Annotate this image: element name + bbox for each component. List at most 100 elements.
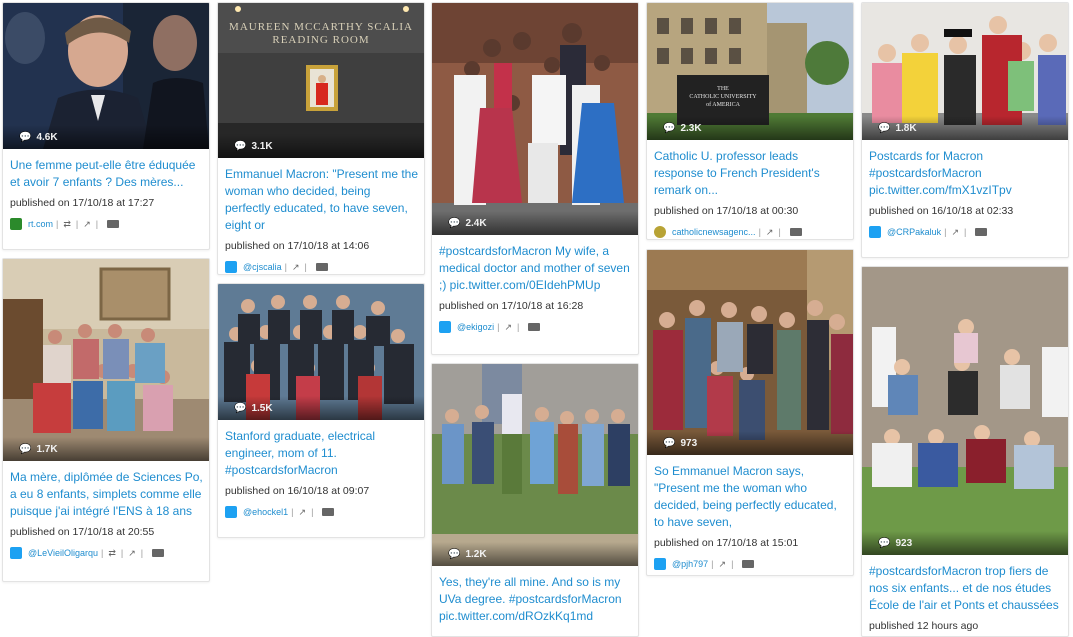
folder-icon[interactable] xyxy=(975,228,988,236)
speech-bubble-icon: 💬 xyxy=(19,444,32,455)
speech-bubble-icon: 💬 xyxy=(234,403,247,414)
post-card[interactable]: 💬 2.4K #postcardsforMacron My wife, a med… xyxy=(431,2,639,355)
post-source: @pjh797 | ↗ | xyxy=(647,549,853,570)
engagement-count: 💬 2.4K xyxy=(432,211,638,235)
external-link-icon[interactable]: ↗ xyxy=(766,227,774,238)
publish-date: published on 16/10/18 at 02:33 xyxy=(869,205,1014,217)
post-title[interactable]: Catholic U. professor leads response to … xyxy=(647,140,853,199)
folder-icon[interactable] xyxy=(152,549,165,557)
post-title[interactable]: Yes, they're all mine. And so is my UVa … xyxy=(432,566,638,625)
folder-icon[interactable] xyxy=(742,560,755,568)
engagement-count: 💬 3.1K xyxy=(218,134,424,158)
post-source: catholicnewsagenc... | ↗ | xyxy=(647,217,853,238)
publish-date: published on 17/10/18 at 20:55 xyxy=(10,526,155,538)
post-card[interactable]: 💬 4.6K Une femme peut-elle être éduquée e… xyxy=(2,2,210,250)
external-link-icon[interactable]: ↗ xyxy=(952,227,960,238)
translate-icon[interactable]: ⇄ xyxy=(63,219,71,230)
external-link-icon[interactable]: ↗ xyxy=(292,262,300,273)
post-title[interactable]: So Emmanuel Macron says, "Present me the… xyxy=(647,455,853,531)
translate-icon[interactable]: ⇄ xyxy=(108,548,116,559)
publish-date: published on 16/10/18 at 09:07 xyxy=(225,485,370,497)
engagement-count: 💬 1.7K xyxy=(3,437,209,461)
folder-icon[interactable] xyxy=(322,508,335,516)
photo-family-living-room xyxy=(3,259,209,461)
post-card[interactable]: 💬 1.8K Postcards for Macron #postcardsfor… xyxy=(861,2,1069,258)
post-title[interactable]: Ma mère, diplômée de Sciences Po, a eu 8… xyxy=(3,461,209,520)
engagement-count: 💬 973 xyxy=(647,431,853,455)
post-source: @ehockel1 | ↗ | xyxy=(218,497,424,518)
post-image[interactable]: THE CATHOLIC UNIVERSITY of AMERICA 💬 2.3K xyxy=(647,3,853,140)
post-title[interactable]: Emmanuel Macron: "Present me the woman w… xyxy=(218,158,424,234)
post-card[interactable]: 💬 1.7K Ma mère, diplômée de Sciences Po, … xyxy=(2,258,210,582)
reading-room-sign: MAUREEN MCCARTHY SCALIA READING ROOM xyxy=(229,21,413,46)
post-source: @ekigozi | ↗ | xyxy=(432,312,638,333)
speech-bubble-icon: 💬 xyxy=(878,538,891,549)
post-image[interactable]: 💬 1.5K xyxy=(218,284,424,420)
folder-icon[interactable] xyxy=(789,228,802,236)
publish-date: published on 17/10/18 at 00:30 xyxy=(654,205,799,217)
engagement-count: 💬 923 xyxy=(862,531,1068,555)
folder-icon[interactable] xyxy=(315,263,328,271)
post-card[interactable]: 💬 1.2K Yes, they're all mine. And so is m… xyxy=(431,363,639,637)
twitter-icon xyxy=(225,261,237,273)
post-card[interactable]: 💬 973 So Emmanuel Macron says, "Present m… xyxy=(646,249,854,576)
speech-bubble-icon: 💬 xyxy=(878,123,891,134)
engagement-count: 💬 4.6K xyxy=(3,125,209,149)
post-image[interactable]: MAUREEN MCCARTHY SCALIA READING ROOM 💬 3.1… xyxy=(218,3,424,158)
twitter-icon xyxy=(439,321,451,333)
post-image[interactable]: 💬 2.4K xyxy=(432,3,638,235)
post-image[interactable]: 💬 1.2K xyxy=(432,364,638,566)
folder-icon[interactable] xyxy=(107,220,120,228)
post-card[interactable]: 💬 1.5K Stanford graduate, electrical engi… xyxy=(217,283,425,538)
post-image[interactable]: 💬 1.7K xyxy=(3,259,209,461)
source-link[interactable]: rt.com xyxy=(28,219,53,229)
external-link-icon[interactable]: ↗ xyxy=(83,219,91,230)
twitter-icon xyxy=(654,558,666,570)
post-title[interactable]: Postcards for Macron #postcardsforMacron… xyxy=(862,140,1068,199)
speech-bubble-icon: 💬 xyxy=(19,132,32,143)
external-link-icon[interactable]: ↗ xyxy=(505,322,513,333)
post-image[interactable]: 💬 1.8K xyxy=(862,3,1068,140)
post-source: @LeVieilOligarqu | ⇄ | ↗ | xyxy=(3,538,209,559)
publish-date: published on 17/10/18 at 17:27 xyxy=(10,197,155,209)
post-title[interactable]: Une femme peut-elle être éduquée et avoi… xyxy=(3,149,209,191)
post-title[interactable]: #postcardsforMacron trop fiers de nos si… xyxy=(862,555,1068,614)
source-link[interactable]: @cjscalia xyxy=(243,262,282,272)
external-link-icon[interactable]: ↗ xyxy=(299,507,307,518)
source-link[interactable]: catholicnewsagenc... xyxy=(672,227,756,237)
speech-bubble-icon: 💬 xyxy=(663,123,676,134)
publish-date: published on 17/10/18 at 15:01 xyxy=(654,537,799,549)
rt-logo-icon xyxy=(10,218,22,230)
external-link-icon[interactable]: ↗ xyxy=(719,559,727,570)
publish-date: published on 17/10/18 at 16:28 xyxy=(439,300,584,312)
engagement-count: 💬 1.8K xyxy=(862,116,1068,140)
post-image[interactable]: 💬 923 xyxy=(862,267,1068,555)
folder-icon[interactable] xyxy=(528,323,541,331)
post-source: rt.com | ⇄ | ↗ | xyxy=(3,209,209,230)
publish-date: published on 17/10/18 at 14:06 xyxy=(225,240,370,252)
post-card[interactable]: MAUREEN MCCARTHY SCALIA READING ROOM 💬 3.1… xyxy=(217,2,425,275)
post-title[interactable]: #postcardsforMacron My wife, a medical d… xyxy=(432,235,638,294)
source-link[interactable]: @pjh797 xyxy=(672,559,708,569)
twitter-icon xyxy=(869,226,881,238)
photo-family-indoor xyxy=(647,250,853,455)
source-link[interactable]: @CRPakaluk xyxy=(887,227,941,237)
speech-bubble-icon: 💬 xyxy=(663,438,676,449)
post-image[interactable]: 💬 973 xyxy=(647,250,853,455)
source-link[interactable]: @LeVieilOligarqu xyxy=(28,548,98,558)
engagement-count: 💬 2.3K xyxy=(647,116,853,140)
photo-family-garden xyxy=(432,364,638,566)
twitter-icon xyxy=(225,506,237,518)
speech-bubble-icon: 💬 xyxy=(234,141,247,152)
external-link-icon[interactable]: ↗ xyxy=(128,548,136,559)
source-link[interactable]: @ehockel1 xyxy=(243,507,288,517)
university-sign: THE CATHOLIC UNIVERSITY of AMERICA xyxy=(689,86,757,108)
source-link[interactable]: @ekigozi xyxy=(457,322,494,332)
photo-family-kids xyxy=(432,3,638,235)
post-card[interactable]: THE CATHOLIC UNIVERSITY of AMERICA 💬 2.3K C… xyxy=(646,2,854,240)
post-card[interactable]: 💬 923 #postcardsforMacron trop fiers de n… xyxy=(861,266,1069,637)
twitter-icon xyxy=(10,547,22,559)
post-image[interactable]: 💬 4.6K xyxy=(3,3,209,149)
cna-logo-icon xyxy=(654,226,666,238)
post-title[interactable]: Stanford graduate, electrical engineer, … xyxy=(218,420,424,479)
